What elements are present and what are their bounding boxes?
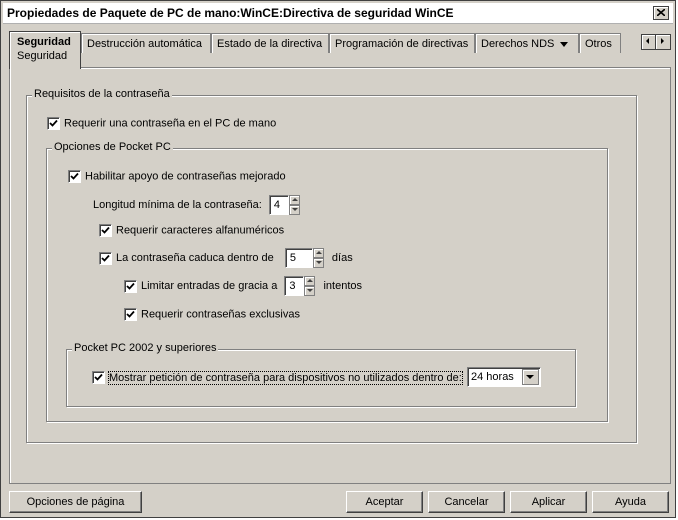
arrow-right-icon <box>661 38 664 44</box>
checkbox-box <box>68 170 81 183</box>
checkbox-label: Mostrar petición de contraseña para disp… <box>108 370 463 385</box>
checkbox-label: Requerir contraseñas exclusivas <box>141 308 300 321</box>
check-icon <box>94 373 103 381</box>
check-icon <box>49 119 58 127</box>
pocketpc-options-group: Opciones de Pocket PC Habilitar apoyo de… <box>46 141 608 422</box>
help-button[interactable]: Ayuda <box>592 491 669 513</box>
expires-row: La contraseña caduca dentro de 5 días <box>99 248 353 268</box>
pocketpc-2002-group: Pocket PC 2002 y superiores Mostrar peti… <box>66 342 576 407</box>
cancel-button[interactable]: Cancelar <box>428 491 505 513</box>
checkbox-box <box>99 251 112 265</box>
check-icon <box>126 310 135 318</box>
spin-down-button[interactable] <box>304 286 316 296</box>
exclusive-passwords-checkbox[interactable]: Requerir contraseñas exclusivas <box>124 308 300 321</box>
apply-button[interactable]: Aplicar <box>510 491 587 513</box>
page-options-button[interactable]: Opciones de página <box>9 491 142 513</box>
spin-up-button[interactable] <box>312 248 324 258</box>
spin-down-button[interactable] <box>312 258 324 268</box>
min-length-label: Longitud mínima de la contraseña: <box>93 199 262 211</box>
spin-buttons <box>304 276 316 296</box>
tab-destruccion[interactable]: Destrucción automática <box>81 33 211 53</box>
min-length-spinner[interactable]: 4 <box>268 195 300 215</box>
grace-unit: intentos <box>323 280 363 292</box>
tab-sublabel: Seguridad <box>17 50 68 62</box>
enhanced-password-support-checkbox[interactable]: Habilitar apoyo de contraseñas mejorado <box>68 170 286 183</box>
tab-estado[interactable]: Estado de la directiva <box>211 33 329 53</box>
tab-label: Seguridad <box>17 36 71 48</box>
title-bar: Propiedades de Paquete de PC de mano:Win… <box>3 3 673 24</box>
group-title: Pocket PC 2002 y superiores <box>72 342 219 354</box>
alphanumeric-checkbox[interactable]: Requerir caracteres alfanuméricos <box>99 224 284 237</box>
tab-derechos-nds[interactable]: Derechos NDS <box>475 33 579 53</box>
checkbox-label: Requerir caracteres alfanuméricos <box>116 224 285 237</box>
tab-otros[interactable]: Otros <box>579 33 621 53</box>
checkbox-box <box>124 308 137 321</box>
idle-time-select[interactable]: 24 horas <box>467 367 541 387</box>
ok-button[interactable]: Aceptar <box>346 491 423 513</box>
min-length-row: Longitud mínima de la contraseña: 4 <box>93 195 300 215</box>
tab-content-panel: Requisitos de la contraseña Requerir una… <box>9 67 671 484</box>
checkbox-label: Requerir una contraseña en el PC de mano <box>64 117 277 130</box>
tab-label: Otros <box>585 38 612 50</box>
tab-label: Estado de la directiva <box>217 38 323 50</box>
grace-row: Limitar entradas de gracia a 3 intentos <box>124 276 362 296</box>
grace-spinner[interactable]: 3 <box>284 276 316 296</box>
check-icon <box>126 282 135 290</box>
group-title: Opciones de Pocket PC <box>52 141 173 153</box>
spin-buttons <box>312 248 324 268</box>
password-requirements-group: Requisitos de la contraseña Requerir una… <box>26 88 637 443</box>
tab-strip: Seguridad Seguridad Destrucción automáti… <box>9 31 671 69</box>
checkbox-box <box>124 279 137 293</box>
tab-label: Programación de directivas <box>335 38 469 50</box>
expires-unit: días <box>331 252 353 264</box>
properties-dialog: Propiedades de Paquete de PC de mano:Win… <box>0 0 676 518</box>
tab-scroll-right[interactable] <box>655 34 671 50</box>
close-button[interactable] <box>653 6 669 20</box>
idle-time-value: 24 horas <box>471 371 514 383</box>
chevron-down-icon <box>560 41 569 47</box>
checkbox-box <box>92 371 105 384</box>
checkbox-box <box>99 224 112 237</box>
prompt-idle-checkbox[interactable]: Mostrar petición de contraseña para disp… <box>92 370 463 385</box>
checkbox-box <box>47 117 60 130</box>
arrow-left-icon <box>646 38 649 44</box>
checkbox-label: Limitar entradas de gracia a <box>141 280 278 292</box>
spin-buttons <box>288 195 300 215</box>
chevron-down-icon[interactable] <box>522 369 539 385</box>
checkbox-label: La contraseña caduca dentro de <box>116 252 274 264</box>
checkbox-label: Habilitar apoyo de contraseñas mejorado <box>85 170 286 183</box>
min-length-value: 4 <box>273 199 280 211</box>
spin-up-button[interactable] <box>304 276 316 286</box>
tab-programacion[interactable]: Programación de directivas <box>329 33 475 53</box>
tab-label: Derechos NDS <box>481 38 555 50</box>
grace-entries-checkbox[interactable]: Limitar entradas de gracia a <box>124 279 278 293</box>
spin-up-button[interactable] <box>288 195 300 205</box>
spin-down-button[interactable] <box>288 205 300 215</box>
group-title: Requisitos de la contraseña <box>32 88 172 100</box>
tab-label: Destrucción automática <box>87 38 202 50</box>
expires-spinner[interactable]: 5 <box>284 248 324 268</box>
window-title: Propiedades de Paquete de PC de mano:Win… <box>7 6 454 20</box>
expires-value: 5 <box>289 252 296 264</box>
require-password-checkbox[interactable]: Requerir una contraseña en el PC de mano <box>47 117 276 130</box>
grace-value: 3 <box>289 280 296 292</box>
close-icon <box>657 9 665 16</box>
expires-checkbox[interactable]: La contraseña caduca dentro de <box>99 251 274 265</box>
check-icon <box>70 172 79 180</box>
check-icon <box>101 254 110 262</box>
check-icon <box>101 226 110 234</box>
tab-seguridad[interactable]: Seguridad Seguridad <box>9 31 81 69</box>
